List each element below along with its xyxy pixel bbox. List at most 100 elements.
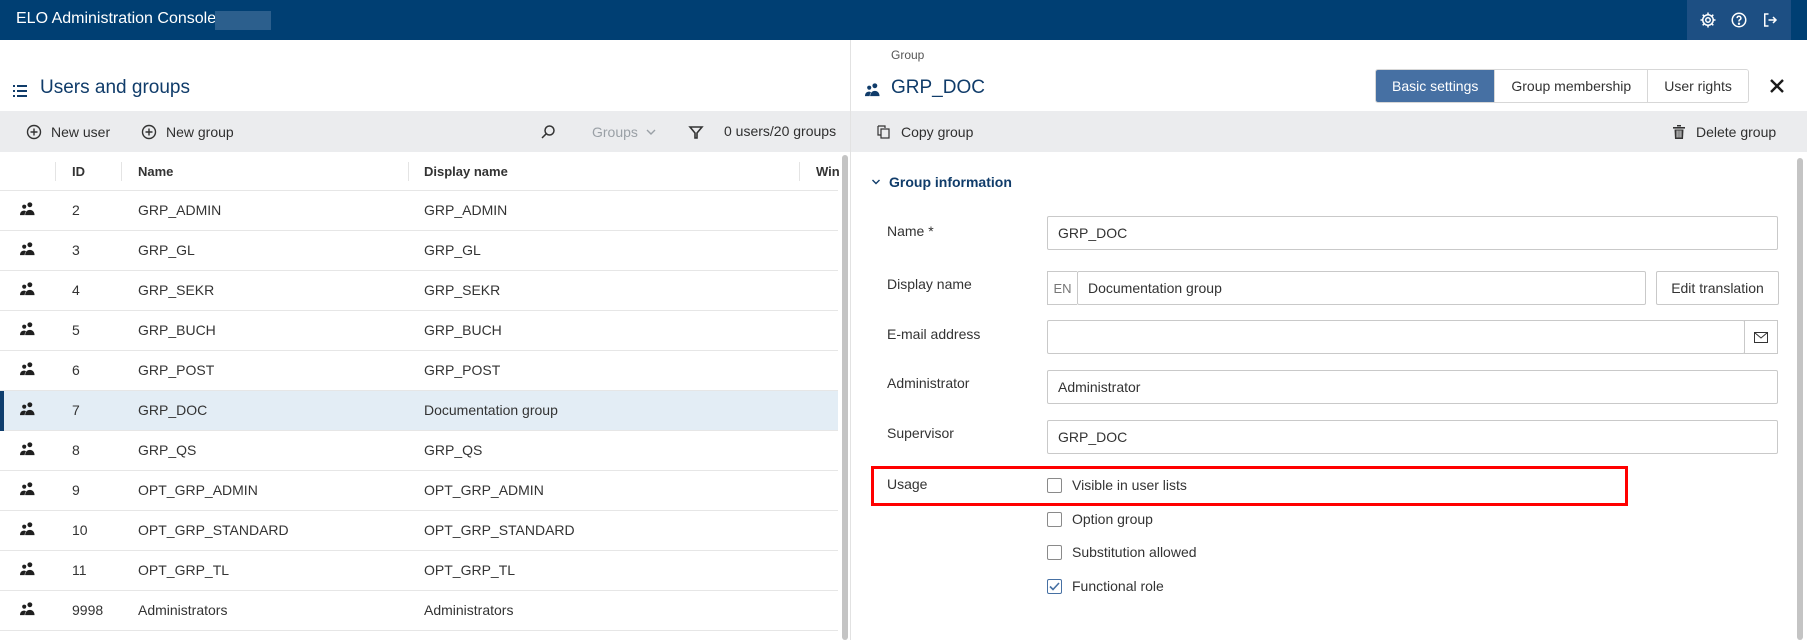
new-group-label: New group <box>166 123 234 140</box>
administrator-label: Administrator <box>887 375 970 391</box>
group-icon <box>20 561 35 576</box>
table-row[interactable]: 9998 Administrators Administrators <box>0 591 838 631</box>
table-row[interactable]: 2 GRP_ADMIN GRP_ADMIN <box>0 191 838 231</box>
chevron-down-icon <box>646 129 656 135</box>
help-icon[interactable] <box>1728 9 1750 31</box>
table-row[interactable]: 3 GRP_GL GRP_GL <box>0 231 838 271</box>
checkbox-substitution-allowed[interactable]: Substitution allowed <box>1047 544 1197 560</box>
add-circle-icon <box>26 124 42 139</box>
checkbox-label: Substitution allowed <box>1072 544 1197 560</box>
checkbox-visible-in-user-lists[interactable]: Visible in user lists <box>1047 477 1187 493</box>
cell-id: 10 <box>72 522 88 538</box>
tab-group-membership[interactable]: Group membership <box>1494 70 1648 102</box>
email-input[interactable] <box>1047 320 1745 354</box>
header-icon-group <box>1687 0 1791 40</box>
group-icon <box>20 441 35 456</box>
send-email-button[interactable] <box>1744 320 1778 354</box>
cell-name: GRP_BUCH <box>138 322 216 338</box>
cell-name: OPT_GRP_STANDARD <box>138 522 289 538</box>
list-toolbar: New user New group Groups 0 users/20 gro… <box>0 111 850 152</box>
group-icon <box>20 481 35 496</box>
checkbox-option-group[interactable]: Option group <box>1047 511 1153 527</box>
edit-translation-button[interactable]: Edit translation <box>1656 271 1779 305</box>
checkbox[interactable] <box>1047 511 1062 527</box>
type-filter-select[interactable]: Groups <box>592 111 656 152</box>
table-scrollbar[interactable] <box>842 155 848 640</box>
column-header-id[interactable]: ID <box>72 164 85 179</box>
cell-display-name: OPT_GRP_STANDARD <box>424 522 575 538</box>
cell-name: GRP_ADMIN <box>138 202 222 218</box>
cell-name: OPT_GRP_ADMIN <box>138 482 258 498</box>
column-header-display-name[interactable]: Display name <box>424 164 508 179</box>
app-title: ELO Administration Console <box>16 10 217 27</box>
logout-icon[interactable] <box>1759 9 1781 31</box>
breadcrumb: Group <box>891 48 925 62</box>
cell-display-name: GRP_SEKR <box>424 282 501 298</box>
checkbox[interactable] <box>1047 477 1062 493</box>
copy-icon <box>877 124 890 139</box>
detail-scrollbar[interactable] <box>1797 158 1803 640</box>
settings-icon[interactable] <box>1697 9 1719 31</box>
new-user-button[interactable]: New user <box>26 111 110 152</box>
detail-tabs: Basic settings Group membership User rig… <box>1375 69 1749 103</box>
group-icon <box>20 241 35 256</box>
add-circle-icon <box>141 124 157 139</box>
table-row[interactable]: 9 OPT_GRP_ADMIN OPT_GRP_ADMIN <box>0 471 838 511</box>
supervisor-input[interactable]: GRP_DOC <box>1047 420 1778 454</box>
checkbox-label: Option group <box>1072 511 1153 527</box>
language-tag: EN <box>1047 271 1077 305</box>
group-information-section-toggle[interactable]: Group information <box>871 174 1012 190</box>
cell-id: 2 <box>72 202 80 218</box>
panel-title: Users and groups <box>40 77 190 98</box>
copy-group-button[interactable]: Copy group <box>876 111 973 152</box>
group-title: GRP_DOC <box>891 77 985 98</box>
tab-user-rights[interactable]: User rights <box>1647 70 1748 102</box>
display-name-input[interactable]: Documentation group <box>1077 271 1646 305</box>
cell-display-name: GRP_QS <box>424 442 483 458</box>
name-input[interactable]: GRP_DOC <box>1047 216 1778 250</box>
table-row[interactable]: 10 OPT_GRP_STANDARD OPT_GRP_STANDARD <box>0 511 838 551</box>
group-icon <box>20 401 35 416</box>
users-groups-panel: Users and groups New user New group Grou… <box>0 40 850 640</box>
table-row[interactable]: 4 GRP_SEKR GRP_SEKR <box>0 271 838 311</box>
administrator-input[interactable]: Administrator <box>1047 370 1778 404</box>
cell-id: 7 <box>72 402 80 418</box>
table-header: ID Name Display name Win <box>0 152 840 191</box>
table-row[interactable]: 7 GRP_DOC Documentation group <box>0 391 838 431</box>
group-icon <box>20 201 35 216</box>
table-row[interactable]: 8 GRP_QS GRP_QS <box>0 431 838 471</box>
cell-id: 9998 <box>72 602 104 618</box>
new-group-button[interactable]: New group <box>141 111 234 152</box>
usage-highlight-box <box>871 466 1628 506</box>
column-divider <box>799 162 800 181</box>
checkbox[interactable] <box>1047 544 1062 560</box>
top-bar: ELO Administration Console <box>0 0 1807 40</box>
search-button[interactable] <box>540 111 556 152</box>
search-icon <box>541 124 555 139</box>
group-icon <box>20 601 35 616</box>
filter-button[interactable] <box>688 111 704 152</box>
checkbox-functional-role[interactable]: Functional role <box>1047 578 1164 594</box>
cell-id: 8 <box>72 442 80 458</box>
tab-basic-settings[interactable]: Basic settings <box>1376 70 1495 102</box>
column-header-win[interactable]: Win <box>816 164 840 179</box>
checkbox[interactable] <box>1047 578 1062 594</box>
cell-id: 4 <box>72 282 80 298</box>
delete-group-button[interactable]: Delete group <box>1671 111 1776 152</box>
usage-label: Usage <box>887 476 928 492</box>
column-header-name[interactable]: Name <box>138 164 173 179</box>
cell-display-name: Documentation group <box>424 402 558 418</box>
column-divider <box>408 162 409 181</box>
table-row[interactable]: 5 GRP_BUCH GRP_BUCH <box>0 311 838 351</box>
section-title: Group information <box>889 174 1012 190</box>
table-row[interactable]: 11 OPT_GRP_TL OPT_GRP_TL <box>0 551 838 591</box>
cell-display-name: GRP_ADMIN <box>424 202 508 218</box>
table-row[interactable]: 6 GRP_POST GRP_POST <box>0 351 838 391</box>
cell-id: 9 <box>72 482 80 498</box>
cell-id: 11 <box>72 562 87 578</box>
app: ELO Administration Console Users and gro… <box>0 0 1807 640</box>
cell-display-name: OPT_GRP_TL <box>424 562 516 578</box>
close-icon[interactable] <box>1767 76 1787 96</box>
cell-id: 6 <box>72 362 80 378</box>
cell-display-name: GRP_BUCH <box>424 322 502 338</box>
